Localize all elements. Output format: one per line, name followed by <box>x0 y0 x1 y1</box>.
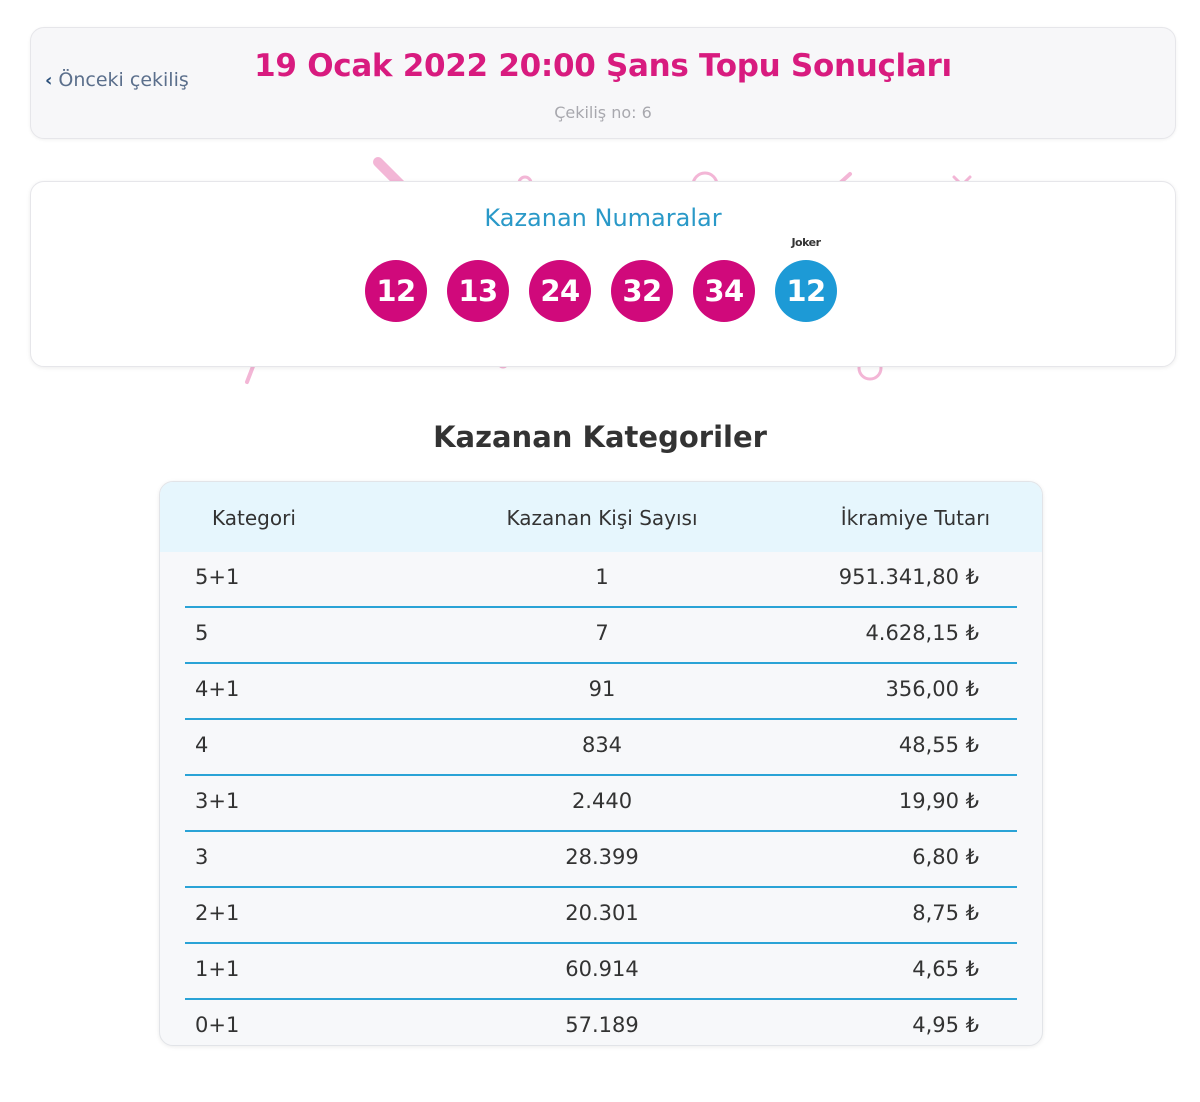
number-ball: 32 <box>611 260 673 322</box>
cell-category: 3+1 <box>195 789 240 813</box>
number-ball: 13 <box>447 260 509 322</box>
cell-prize: 356,00 ₺ <box>885 677 979 701</box>
cell-winners: 834 <box>581 733 623 757</box>
winning-numbers-title: Kazanan Numaralar <box>484 204 722 232</box>
cell-winners: 28.399 <box>565 845 639 869</box>
cell-category: 1+1 <box>195 957 240 981</box>
table-row: 1 5+1 951.341,80 ₺ <box>185 552 1017 608</box>
categories-table: Kazanan Kişi Sayısı Kategori İkramiye Tu… <box>159 481 1043 1046</box>
table-row: 7 5 4.628,15 ₺ <box>185 608 1017 664</box>
cell-prize: 8,75 ₺ <box>912 901 979 925</box>
table-row: 60.914 1+1 4,65 ₺ <box>185 944 1017 1000</box>
column-header-category: Kategori <box>212 506 296 530</box>
cell-prize: 4.628,15 ₺ <box>865 621 979 645</box>
cell-prize: 48,55 ₺ <box>898 733 979 757</box>
cell-prize: 4,65 ₺ <box>912 957 979 981</box>
cell-category: 0+1 <box>195 1013 240 1037</box>
cell-category: 4+1 <box>195 677 240 701</box>
column-header-prize: İkramiye Tutarı <box>840 506 990 530</box>
table-body: 1 5+1 951.341,80 ₺ 7 5 4.628,15 ₺ 91 4+1… <box>160 552 1042 1045</box>
cell-winners: 2.440 <box>571 789 633 813</box>
draw-header-card: ‹ Önceki çekiliş 19 Ocak 2022 20:00 Şans… <box>30 27 1176 139</box>
cell-category: 5+1 <box>195 565 240 589</box>
table-row: 91 4+1 356,00 ₺ <box>185 664 1017 720</box>
joker-ball: Joker 12 <box>775 236 837 322</box>
table-row: 20.301 2+1 8,75 ₺ <box>185 888 1017 944</box>
cell-category: 5 <box>195 621 209 645</box>
joker-label: Joker <box>791 236 821 249</box>
cell-category: 3 <box>195 845 209 869</box>
cell-prize: 4,95 ₺ <box>912 1013 979 1037</box>
table-row: 28.399 3 6,80 ₺ <box>185 832 1017 888</box>
cell-prize: 19,90 ₺ <box>898 789 979 813</box>
number-ball: 12 <box>365 260 427 322</box>
table-row: 57.189 0+1 4,95 ₺ <box>185 1000 1017 1045</box>
cell-winners: 60.914 <box>565 957 639 981</box>
joker-number: 12 <box>786 274 826 308</box>
table-row: 2.440 3+1 19,90 ₺ <box>185 776 1017 832</box>
number-ball: 34 <box>693 260 755 322</box>
categories-title: Kazanan Kategoriler <box>433 420 767 454</box>
page-title: 19 Ocak 2022 20:00 Şans Topu Sonuçları <box>254 48 952 84</box>
number-ball: 24 <box>529 260 591 322</box>
cell-winners: 57.189 <box>565 1013 639 1037</box>
cell-winners: 20.301 <box>565 901 639 925</box>
draw-number: Çekiliş no: 6 <box>554 103 652 122</box>
cell-category: 4 <box>195 733 209 757</box>
table-header: Kazanan Kişi Sayısı Kategori İkramiye Tu… <box>160 482 1042 552</box>
cell-prize: 951.341,80 ₺ <box>838 565 979 589</box>
number-balls: 12 13 24 32 34 Joker 12 <box>365 236 837 322</box>
winning-numbers-card: Kazanan Numaralar 12 13 24 32 34 Joker 1… <box>30 181 1176 367</box>
table-row: 834 4 48,55 ₺ <box>185 720 1017 776</box>
cell-prize: 6,80 ₺ <box>912 845 979 869</box>
cell-category: 2+1 <box>195 901 240 925</box>
